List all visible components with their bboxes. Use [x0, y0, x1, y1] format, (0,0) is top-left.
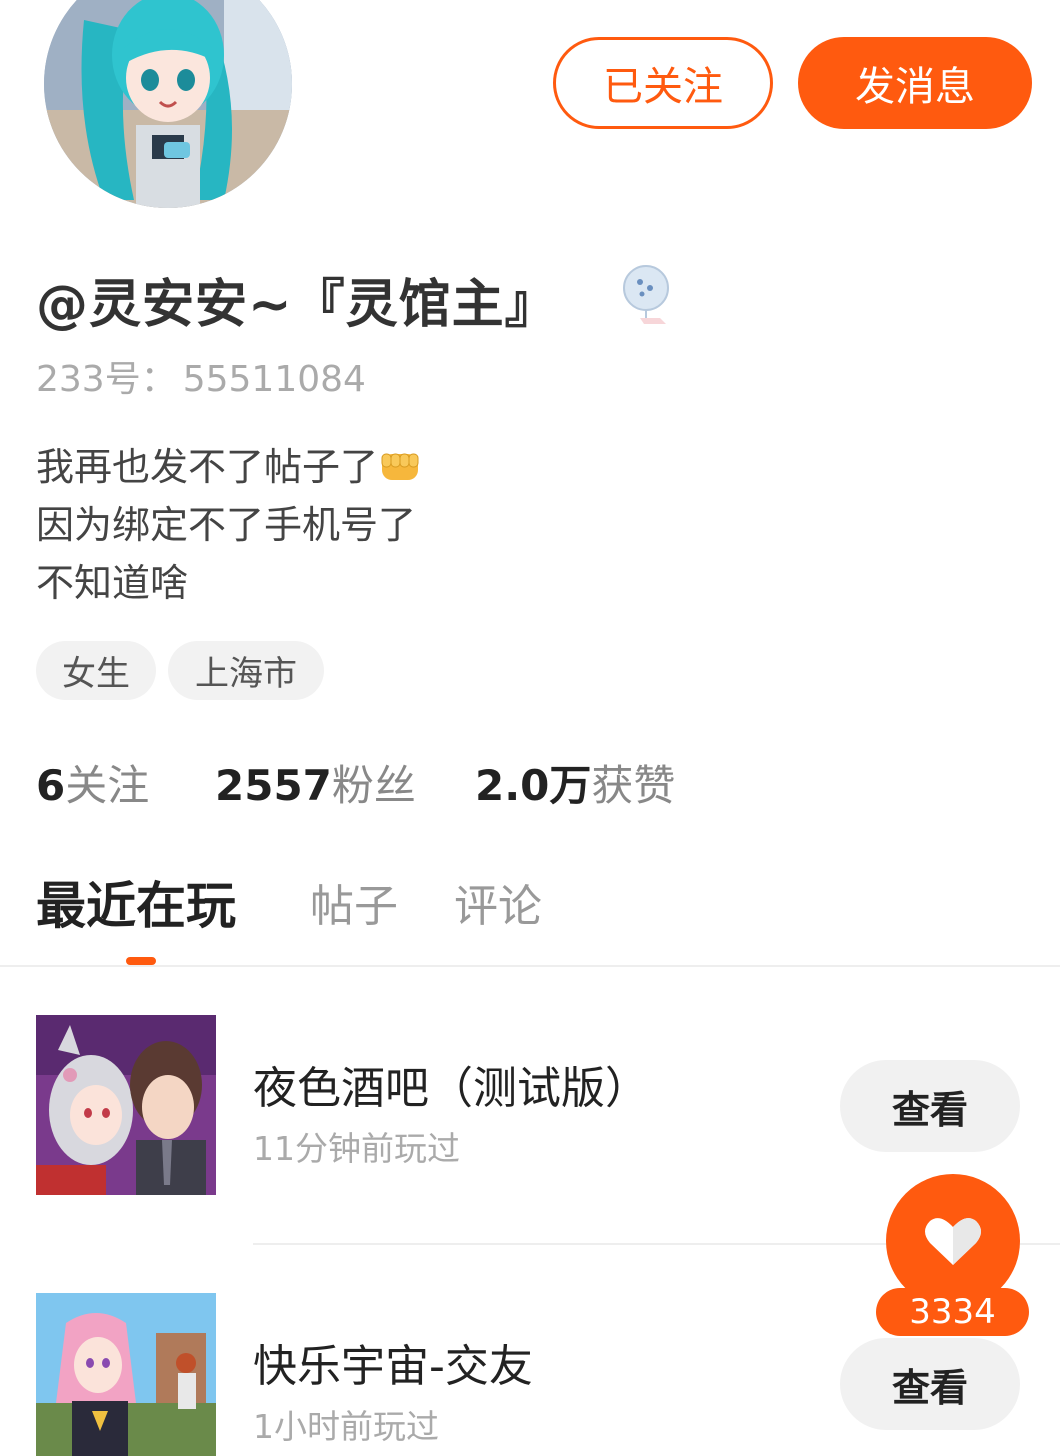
user-id-value: 55511084 — [182, 359, 366, 400]
tab-posts[interactable]: 帖子 — [310, 870, 398, 934]
likes-count: 2.0万 — [475, 761, 592, 810]
view-game-button[interactable]: 查看 — [840, 1338, 1020, 1430]
tabs-divider — [0, 965, 1060, 967]
tab-active-indicator — [126, 957, 156, 965]
tab-recently-played[interactable]: 最近在玩 — [36, 866, 236, 938]
wind-chime-badge-icon — [618, 262, 680, 326]
fans-count: 2557 — [215, 761, 332, 810]
fans-label: 粉丝 — [331, 761, 416, 810]
bio-line: 因为绑定不了手机号了 — [36, 503, 417, 547]
following-count: 6 — [36, 761, 66, 810]
user-id: 233号： 55511084 — [36, 350, 366, 402]
like-count-badge: 3334 — [876, 1288, 1029, 1336]
stat-likes: 2.0万获赞 — [475, 752, 675, 813]
tag-city: 上海市 — [168, 641, 324, 700]
tab-comments[interactable]: 评论 — [454, 870, 542, 934]
send-message-button[interactable]: 发消息 — [798, 37, 1032, 129]
username: @灵安安~『灵馆主』 — [36, 275, 558, 335]
game-last-played: 1小时前玩过 — [253, 1407, 439, 1446]
followed-button[interactable]: 已关注 — [553, 37, 773, 129]
bio: 我再也发不了帖子了 因为绑定不了手机号了 不知道啥 — [36, 438, 422, 612]
bio-line: 不知道啥 — [36, 561, 189, 605]
game-thumbnail[interactable] — [36, 1293, 216, 1456]
bio-line: 我再也发不了帖子了 — [36, 438, 422, 496]
tag-gender: 女生 — [36, 641, 156, 700]
avatar[interactable] — [44, 0, 292, 208]
game-title[interactable]: 夜色酒吧（测试版） — [253, 1052, 649, 1116]
stat-fans[interactable]: 2557粉丝 — [215, 752, 416, 813]
likes-label: 获赞 — [591, 761, 676, 810]
user-id-label: 233号： — [36, 359, 177, 400]
game-title[interactable]: 快乐宇宙-交友 — [253, 1330, 533, 1394]
fist-emoji-icon — [381, 453, 419, 480]
game-thumbnail[interactable] — [36, 1015, 216, 1195]
view-game-button[interactable]: 查看 — [840, 1060, 1020, 1152]
stat-following[interactable]: 6关注 — [36, 752, 149, 813]
following-label: 关注 — [65, 761, 150, 810]
game-last-played: 11分钟前玩过 — [253, 1129, 460, 1168]
bio-line-text: 我再也发不了帖子了 — [36, 445, 379, 489]
heart-icon — [925, 1218, 981, 1265]
